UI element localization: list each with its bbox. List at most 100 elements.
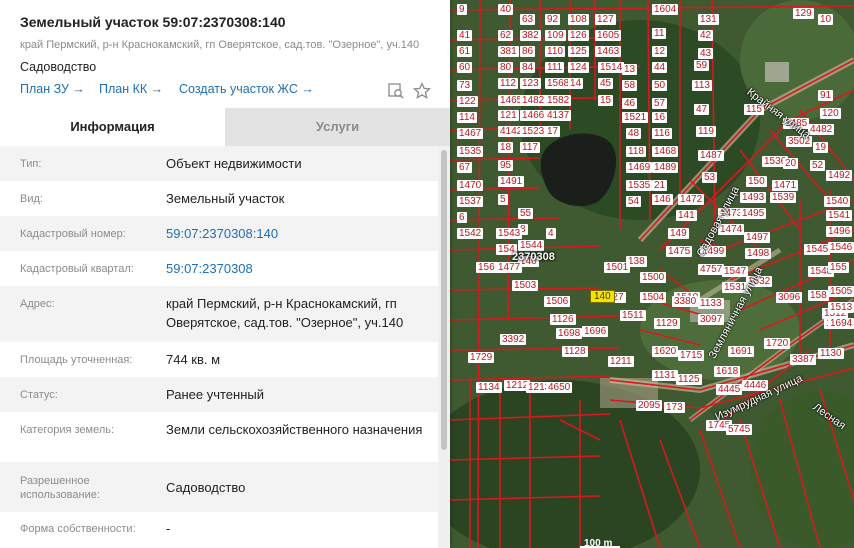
plot-number-label[interactable]: 57 [652, 98, 668, 109]
plot-number-label[interactable]: 1129 [654, 318, 680, 329]
plot-number-label[interactable]: 1537 [457, 196, 484, 207]
plot-number-label[interactable]: 117 [520, 142, 540, 153]
plot-number-label[interactable]: 113 [692, 80, 712, 91]
panel-scrollbar[interactable] [438, 146, 450, 548]
plot-number-label[interactable]: 1698 [556, 328, 583, 339]
plot-number-label[interactable]: 80 [498, 62, 514, 73]
plot-number-label[interactable]: 149 [668, 228, 689, 239]
plot-number-label[interactable]: 1618 [714, 366, 741, 377]
plot-number-label[interactable]: 1475 [666, 246, 693, 257]
plot-number-label[interactable]: 40 [498, 4, 514, 15]
plot-number-label[interactable]: 63 [520, 14, 536, 25]
plot-number-label[interactable]: 13 [622, 64, 638, 75]
plot-number-label[interactable]: 18 [498, 142, 514, 153]
plot-number-label[interactable]: 16 [652, 112, 668, 123]
plot-number-label[interactable]: 1523 [520, 126, 547, 137]
preview-search-icon[interactable] [387, 82, 405, 100]
plot-number-label[interactable]: 125 [568, 46, 589, 57]
plot-number-label[interactable]: 41 [457, 30, 473, 41]
plot-number-label[interactable]: 14 [568, 78, 584, 89]
cadastral-number-link[interactable]: 59:07:2370308:140 [166, 224, 438, 243]
plot-number-label[interactable]: 1496 [826, 226, 853, 237]
plot-number-label[interactable]: 44 [652, 62, 668, 73]
plot-number-label[interactable]: 1503 [512, 280, 539, 291]
plot-number-label[interactable]: 1500 [640, 272, 667, 283]
plot-number-label[interactable]: 1468 [652, 146, 679, 157]
plot-number-label[interactable]: 1482 [520, 95, 547, 106]
plot-number-label[interactable]: 1128 [562, 346, 588, 357]
plot-number-label[interactable]: 50 [652, 80, 668, 91]
plot-number-label[interactable]: 1501 [604, 262, 631, 273]
plot-number-label[interactable]: 1470 [457, 180, 484, 191]
plan-zu-link[interactable]: План ЗУ → [20, 82, 85, 96]
plot-number-label[interactable]: 3097 [698, 314, 725, 325]
plot-number-label[interactable]: 15 [598, 95, 614, 106]
plot-number-label[interactable]: 91 [818, 90, 834, 101]
plot-number-label[interactable]: 131 [698, 14, 719, 25]
star-icon[interactable] [412, 81, 432, 100]
plot-number-label[interactable]: 54 [626, 196, 642, 207]
plot-number-label[interactable]: 1498 [745, 248, 772, 259]
plot-number-label[interactable]: 1720 [764, 338, 791, 349]
plot-number-label[interactable]: 3096 [776, 292, 803, 303]
tab-services[interactable]: Услуги [225, 108, 450, 146]
plot-number-label[interactable]: 95 [498, 160, 514, 171]
plot-number-label[interactable]: 155 [828, 262, 849, 273]
plot-number-label[interactable]: 9 [457, 4, 467, 15]
plot-number-label[interactable]: 61 [457, 46, 473, 57]
plot-number-label[interactable]: 3392 [500, 334, 527, 345]
plot-number-label[interactable]: 1492 [826, 170, 853, 181]
plot-number-label[interactable]: 381 [498, 46, 519, 57]
plot-number-label[interactable]: 48 [626, 128, 642, 139]
plot-number-label[interactable]: 17 [545, 126, 561, 137]
plot-number-label[interactable]: 1715 [678, 350, 705, 361]
plot-number-label[interactable]: 108 [568, 14, 589, 25]
plot-number-label[interactable]: 122 [457, 96, 478, 107]
plot-number-label[interactable]: 21 [652, 180, 668, 191]
plot-number-label[interactable]: 158 [808, 290, 829, 301]
plot-number-label[interactable]: 2095 [636, 400, 663, 411]
plan-kk-link[interactable]: План КК → [99, 82, 163, 96]
plot-number-label[interactable]: 5 [498, 194, 508, 205]
plot-number-label[interactable]: 1604 [652, 4, 679, 15]
create-plot-link[interactable]: Создать участок ЖС → [179, 82, 314, 96]
plot-number-label[interactable]: 4137 [545, 110, 572, 121]
plot-number-label[interactable]: 1620 [652, 346, 679, 357]
plot-number-label[interactable]: 1539 [770, 192, 797, 203]
plot-number-label[interactable]: 1125 [676, 374, 702, 385]
plot-number-label[interactable]: 5745 [726, 424, 753, 435]
plot-number-label[interactable]: 46 [622, 98, 638, 109]
plot-number-label[interactable]: 1511 [620, 310, 646, 321]
plot-number-label[interactable]: 1540 [824, 196, 851, 207]
plot-number-label[interactable]: 118 [626, 146, 646, 157]
scrollbar-thumb[interactable] [441, 150, 447, 450]
plot-number-label[interactable]: 127 [595, 14, 616, 25]
plot-number-label[interactable]: 3380 [672, 296, 699, 307]
plot-number-label[interactable]: 1545 [804, 244, 831, 255]
plot-number-label[interactable]: 1605 [595, 30, 622, 41]
plot-number-label[interactable]: 141 [676, 210, 697, 221]
plot-number-label[interactable]: 110 [545, 46, 565, 57]
plot-number-label[interactable]: 1535 [626, 180, 653, 191]
tab-info[interactable]: Информация [0, 108, 225, 146]
plot-number-label[interactable]: 6 [457, 212, 467, 223]
plot-number-label[interactable]: 1472 [678, 194, 705, 205]
plot-number-label[interactable]: 1547 [722, 266, 749, 277]
plot-number-label[interactable]: 1535 [457, 146, 484, 157]
plot-number-label[interactable]: 121 [498, 110, 519, 121]
plot-number-label[interactable]: 55 [518, 208, 534, 219]
plot-number-label[interactable]: 123 [520, 78, 541, 89]
plot-number-label[interactable]: 67 [457, 162, 473, 173]
plot-number-label[interactable]: 126 [568, 30, 589, 41]
plot-number-label[interactable]: 3387 [790, 354, 817, 365]
plot-number-label[interactable]: 1546 [828, 242, 854, 253]
plot-number-label[interactable]: 150 [746, 176, 767, 187]
plot-number-label[interactable]: 58 [622, 80, 638, 91]
plot-number-label[interactable]: 1463 [595, 46, 622, 57]
plot-number-label[interactable]: 92 [545, 14, 561, 25]
plot-number-label[interactable]: 1466 [520, 110, 547, 121]
plot-number-label[interactable]: 1497 [744, 232, 771, 243]
plot-number-label[interactable]: 1469 [626, 162, 653, 173]
plot-number-label[interactable]: 4445 [716, 384, 743, 395]
plot-number-label[interactable]: 4482 [808, 124, 835, 135]
